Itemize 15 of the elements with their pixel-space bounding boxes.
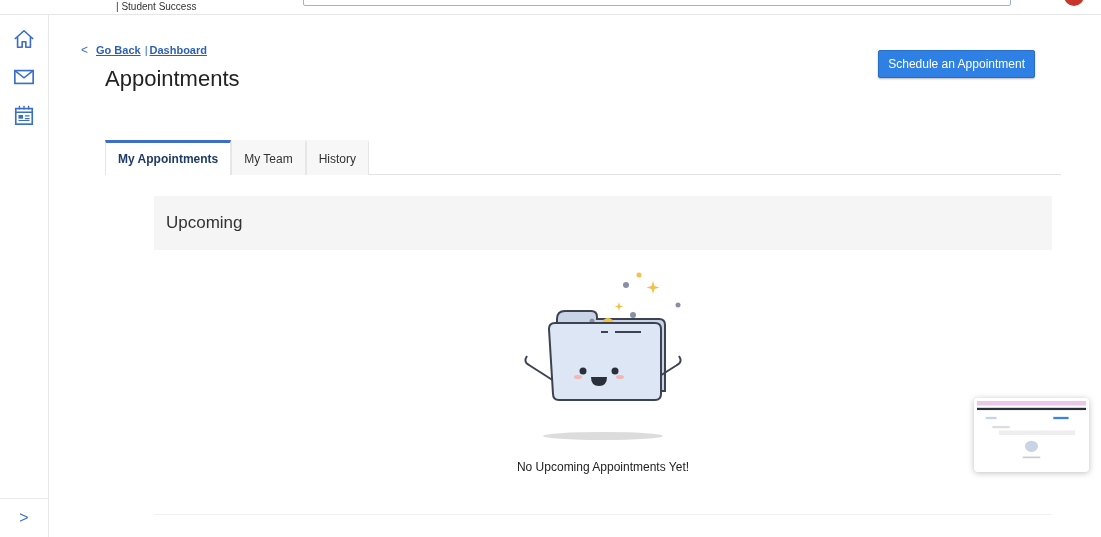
dashboard-link[interactable]: Dashboard: [149, 44, 207, 56]
app-name: | Student Success: [116, 1, 197, 13]
tab[interactable]: My Team: [231, 140, 306, 175]
go-back-link[interactable]: Go Back: [96, 44, 141, 56]
schedule-button[interactable]: Schedule an Appointment: [878, 50, 1035, 78]
section-title: Upcoming: [166, 213, 243, 233]
calendar-icon[interactable]: [13, 104, 35, 126]
separator: |: [144, 44, 148, 56]
tab[interactable]: History: [305, 140, 370, 175]
home-icon[interactable]: [13, 28, 35, 50]
empty-message: No Upcoming Appointments Yet!: [516, 460, 690, 474]
expand-button[interactable]: >: [19, 509, 29, 527]
tab[interactable]: My Appointments: [105, 140, 232, 175]
back-chevron-icon[interactable]: <: [81, 43, 88, 57]
page-title: Appointments: [105, 66, 240, 92]
